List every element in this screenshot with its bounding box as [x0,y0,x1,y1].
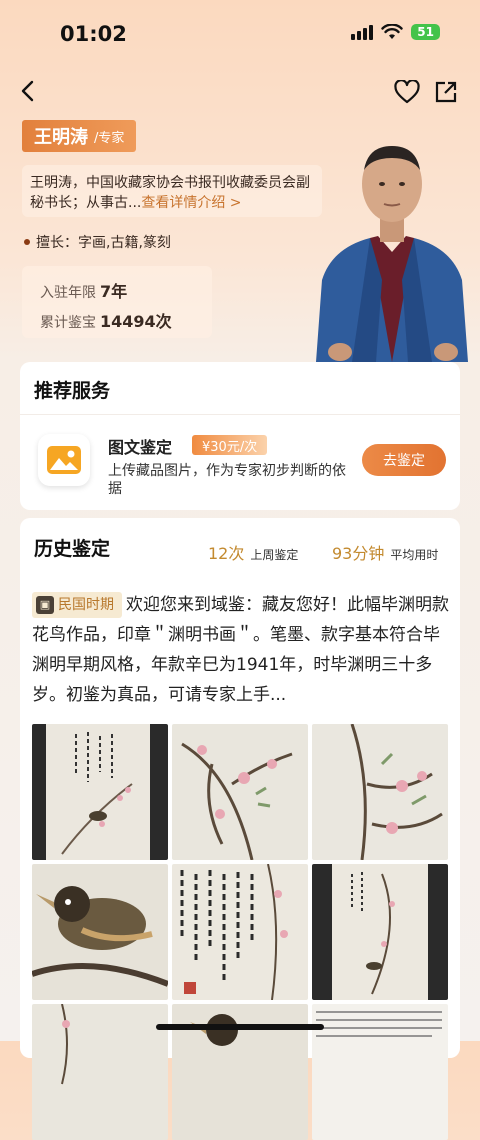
start-appraisal-button[interactable]: 去鉴定 [362,444,446,476]
service-section-title: 推荐服务 [34,380,111,402]
avg-time-label: 平均用时 [390,548,439,562]
artwork-photo[interactable] [32,864,168,1000]
seal-icon: ▣ [36,596,54,614]
expert-portrait [316,146,468,362]
era-tag: ▣ 民国时期 [32,592,122,618]
artwork-photo[interactable] [312,724,448,860]
expert-stats: 入驻年限 7年 累计鉴宝 14494次 [22,266,212,338]
appraisals-stat: 累计鉴宝 14494次 [40,308,172,332]
years-stat: 入驻年限 7年 [40,278,127,302]
share-icon[interactable] [434,80,458,104]
artwork-photo[interactable] [312,864,448,1000]
era-tag-label: 民国时期 [58,597,114,613]
expert-name-badge: 王明涛 /专家 [22,120,137,152]
recommended-service-card: 推荐服务 图文鉴定 ¥30元/次 上传藏品图片，作为专家初步判断的依据 去鉴定 [20,362,460,510]
last-week-stat: 12次 上周鉴定 [208,540,298,564]
service-description: 上传藏品图片，作为专家初步判断的依据 [108,463,346,497]
wifi-icon [381,24,403,39]
service-price-tag: ¥30元/次 [192,435,268,455]
image-appraisal-icon [38,434,90,486]
signal-icon [351,24,374,40]
back-icon[interactable] [18,80,40,102]
bullet-dot [24,239,30,245]
status-icons: 51 [351,24,440,40]
last-week-value: 12次 [208,544,245,563]
years-label: 入驻年限 [40,285,96,301]
appraisals-label: 累计鉴宝 [40,315,96,331]
artwork-photo[interactable] [32,1004,168,1140]
divider [20,414,460,415]
home-indicator[interactable] [156,1024,324,1030]
artwork-photo[interactable] [172,724,308,860]
history-section-title: 历史鉴定 [34,538,111,560]
service-name: 图文鉴定 [108,438,173,457]
avg-time-value: 93分钟 [332,544,385,563]
last-week-label: 上周鉴定 [250,548,299,562]
artwork-photo[interactable] [312,1004,448,1140]
expert-name: 王明涛 [34,127,88,148]
appraisal-history-card: 历史鉴定 12次 上周鉴定 93分钟 平均用时 ▣ 民国时期 欢迎您来到域鉴：藏… [20,518,460,1140]
artwork-photo[interactable] [32,724,168,860]
favorite-heart-icon[interactable] [394,80,420,104]
status-time: 01:02 [60,22,127,46]
expert-title: /专家 [94,130,125,146]
years-value: 7年 [100,282,128,301]
avg-time-stat: 93分钟 平均用时 [332,540,438,564]
artwork-photo-grid [32,724,448,1140]
battery-icon: 51 [411,24,440,40]
appraisals-value: 14494次 [100,312,172,331]
expert-bio: 王明涛，中国收藏家协会书报刊收藏委员会副秘书长；从事古...查看详情介绍 > [22,165,322,217]
expert-specialty: 擅长：字画,古籍,篆刻 [24,232,171,252]
history-entry-text[interactable]: ▣ 民国时期 欢迎您来到域鉴：藏友您好！此幅毕渊明款花鸟作品，印章＂渊明书画＂。… [32,590,452,710]
bio-more-link[interactable]: 查看详情介绍 > [141,195,241,211]
artwork-photo[interactable] [172,864,308,1000]
specialty-text: 擅长：字画,古籍,篆刻 [36,235,171,251]
